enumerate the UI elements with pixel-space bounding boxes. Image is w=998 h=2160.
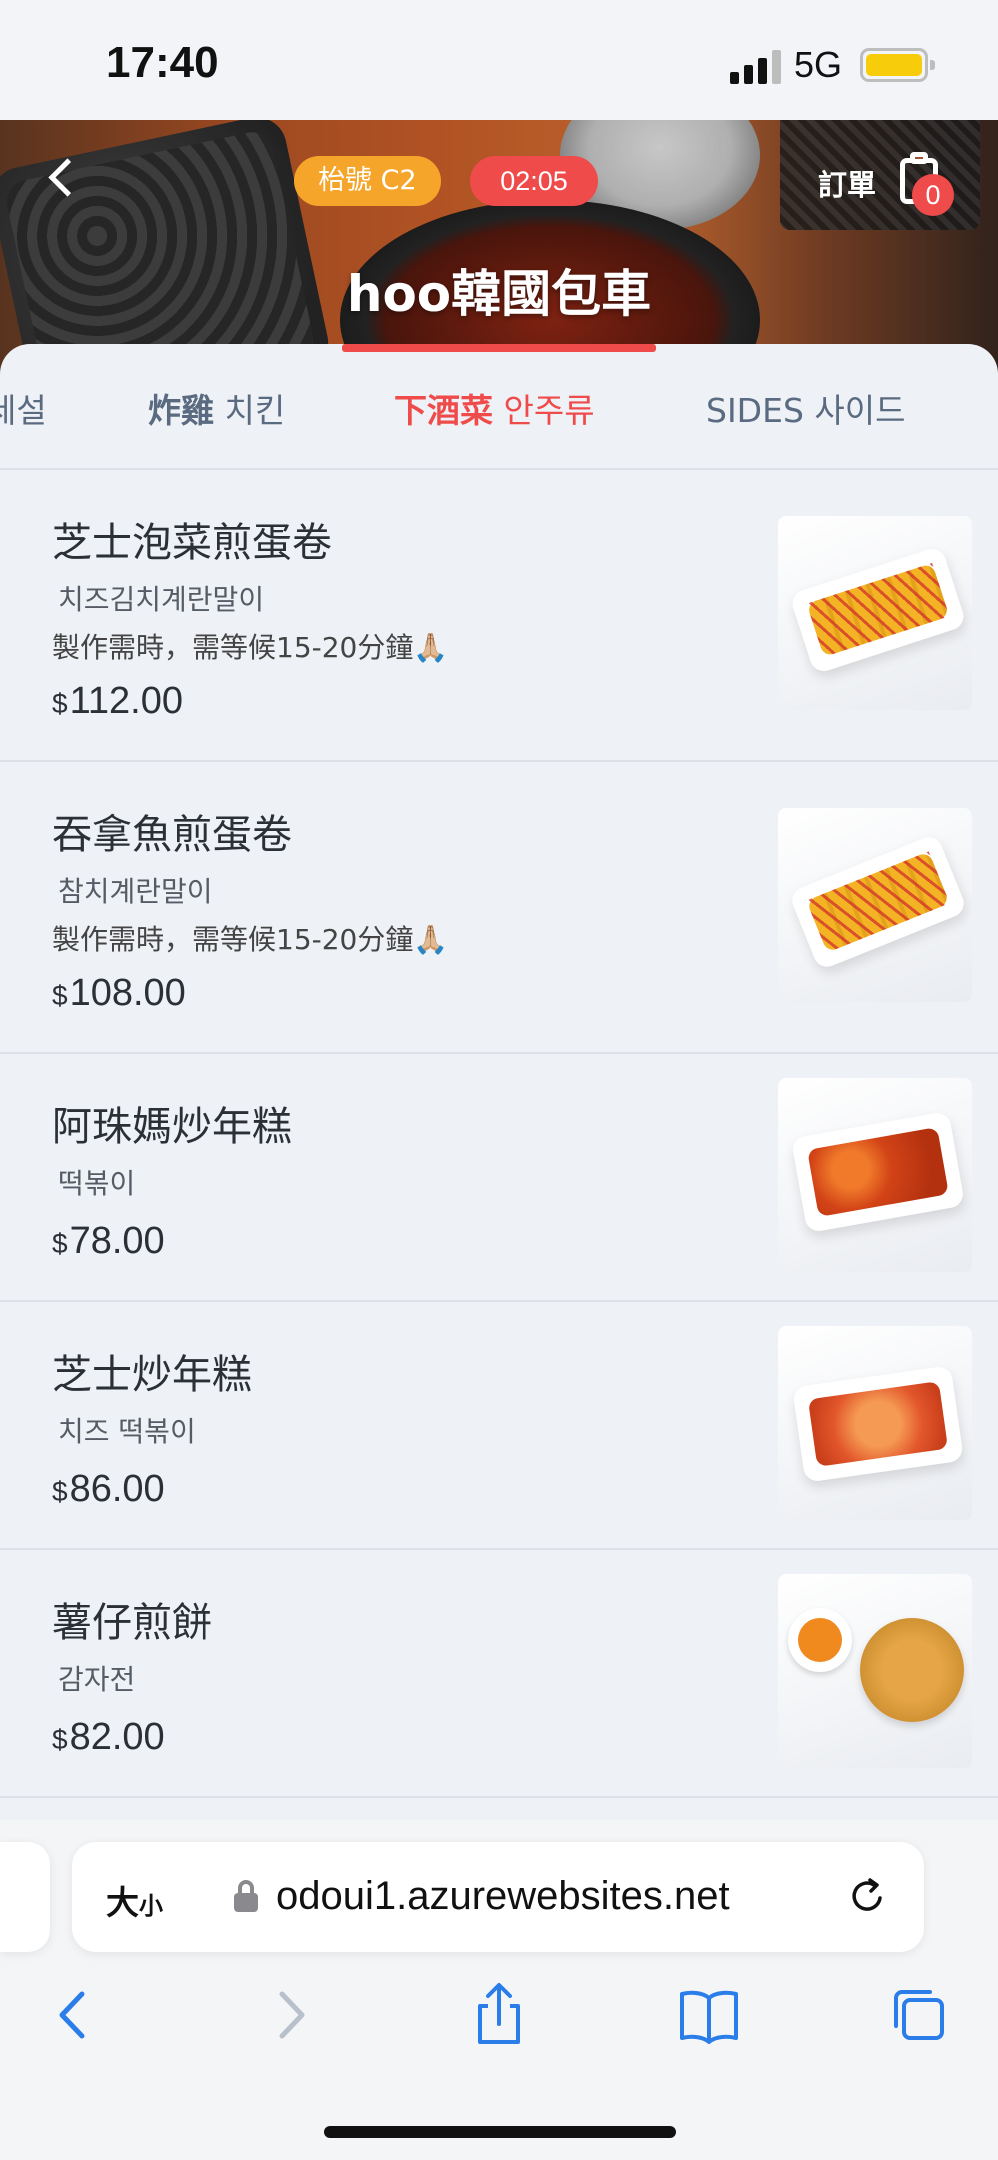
status-time: 17:40 bbox=[106, 38, 219, 87]
item-korean-name: 감자전 bbox=[58, 1663, 136, 1696]
url-text[interactable]: odoui1.azurewebsites.net bbox=[276, 1874, 730, 1919]
tab-category-0[interactable]: 세설 bbox=[0, 384, 47, 432]
bookmarks-icon[interactable] bbox=[674, 1980, 744, 2050]
item-name: 薯仔煎餅 bbox=[52, 1600, 212, 1646]
item-note: 製作需時，需等候15-20分鐘🙏🏼 bbox=[52, 923, 449, 956]
item-photo[interactable] bbox=[778, 1326, 972, 1520]
menu-item[interactable]: 芝士泡菜煎蛋卷 치즈김치계란말이 製作需時，需等候15-20分鐘🙏🏼 $112.… bbox=[0, 470, 998, 762]
store-title: hoo韓國包車 bbox=[346, 265, 652, 323]
menu-item[interactable]: 薯仔煎餅 감자전 $82.00 bbox=[0, 1550, 998, 1798]
lock-icon bbox=[234, 1880, 258, 1912]
item-name: 芝士炒年糕 bbox=[52, 1352, 252, 1398]
order-count-badge: 0 bbox=[912, 174, 954, 216]
menu-item[interactable]: 吞拿魚煎蛋卷 참치계란말이 製作需時，需等候15-20分鐘🙏🏼 $108.00 bbox=[0, 762, 998, 1054]
item-note: 製作需時，需等候15-20分鐘🙏🏼 bbox=[52, 631, 449, 664]
menu-item[interactable]: 芝士炒年糕 치즈 떡볶이 $86.00 bbox=[0, 1302, 998, 1550]
menu-sheet: 세설 炸雞 치킨 下酒菜 안주류 SIDES 사이드 芝士泡菜煎蛋卷 치즈김치계… bbox=[0, 344, 998, 1834]
item-photo[interactable] bbox=[778, 808, 972, 1002]
back-icon[interactable] bbox=[44, 150, 84, 210]
battery-icon bbox=[860, 48, 935, 82]
status-bar: 17:40 5G bbox=[0, 0, 998, 120]
item-korean-name: 치즈김치계란말이 bbox=[58, 583, 265, 616]
timer-badge: 02:05 bbox=[470, 156, 598, 206]
category-tabs: 세설 炸雞 치킨 下酒菜 안주류 SIDES 사이드 bbox=[0, 344, 998, 470]
network-type: 5G bbox=[794, 44, 843, 85]
item-name: 芝士泡菜煎蛋卷 bbox=[52, 520, 332, 566]
item-photo[interactable] bbox=[778, 1574, 972, 1768]
tabs-icon[interactable] bbox=[884, 1980, 954, 2050]
tab-sides[interactable]: SIDES 사이드 bbox=[706, 384, 905, 432]
browser-toolbar: 大小 odoui1.azurewebsites.net bbox=[0, 1820, 998, 2160]
title-underline bbox=[342, 344, 656, 352]
tab-fried-chicken[interactable]: 炸雞 치킨 bbox=[148, 384, 285, 432]
item-price: $82.00 bbox=[52, 1716, 165, 1758]
chevron-right-icon[interactable] bbox=[254, 1980, 324, 2050]
home-indicator bbox=[324, 2126, 676, 2138]
item-korean-name: 치즈 떡볶이 bbox=[58, 1415, 196, 1448]
item-name: 阿珠媽炒年糕 bbox=[52, 1104, 292, 1150]
cellular-signal-icon bbox=[730, 50, 782, 84]
item-photo[interactable] bbox=[778, 1078, 972, 1272]
chevron-left-icon[interactable] bbox=[40, 1980, 110, 2050]
reload-icon[interactable] bbox=[848, 1876, 888, 1916]
item-price: $78.00 bbox=[52, 1220, 165, 1262]
item-price: $108.00 bbox=[52, 972, 186, 1014]
item-price: $112.00 bbox=[52, 680, 183, 722]
address-bar[interactable]: 大小 odoui1.azurewebsites.net bbox=[72, 1842, 924, 1952]
item-photo[interactable] bbox=[778, 516, 972, 710]
tab-bar-snacks[interactable]: 下酒菜 안주류 bbox=[394, 384, 595, 432]
share-icon[interactable] bbox=[464, 1980, 534, 2050]
item-name: 吞拿魚煎蛋卷 bbox=[52, 812, 292, 858]
item-korean-name: 참치계란말이 bbox=[58, 875, 213, 908]
item-korean-name: 떡볶이 bbox=[58, 1167, 136, 1200]
text-size-button[interactable]: 大小 bbox=[106, 1876, 163, 1924]
previous-tab-stub[interactable] bbox=[0, 1842, 50, 1952]
table-number-badge: 枱號 C2 bbox=[294, 156, 441, 206]
item-price: $86.00 bbox=[52, 1468, 165, 1510]
menu-item[interactable]: 阿珠媽炒年糕 떡볶이 $78.00 bbox=[0, 1054, 998, 1302]
order-link[interactable]: 訂單 bbox=[818, 162, 876, 204]
